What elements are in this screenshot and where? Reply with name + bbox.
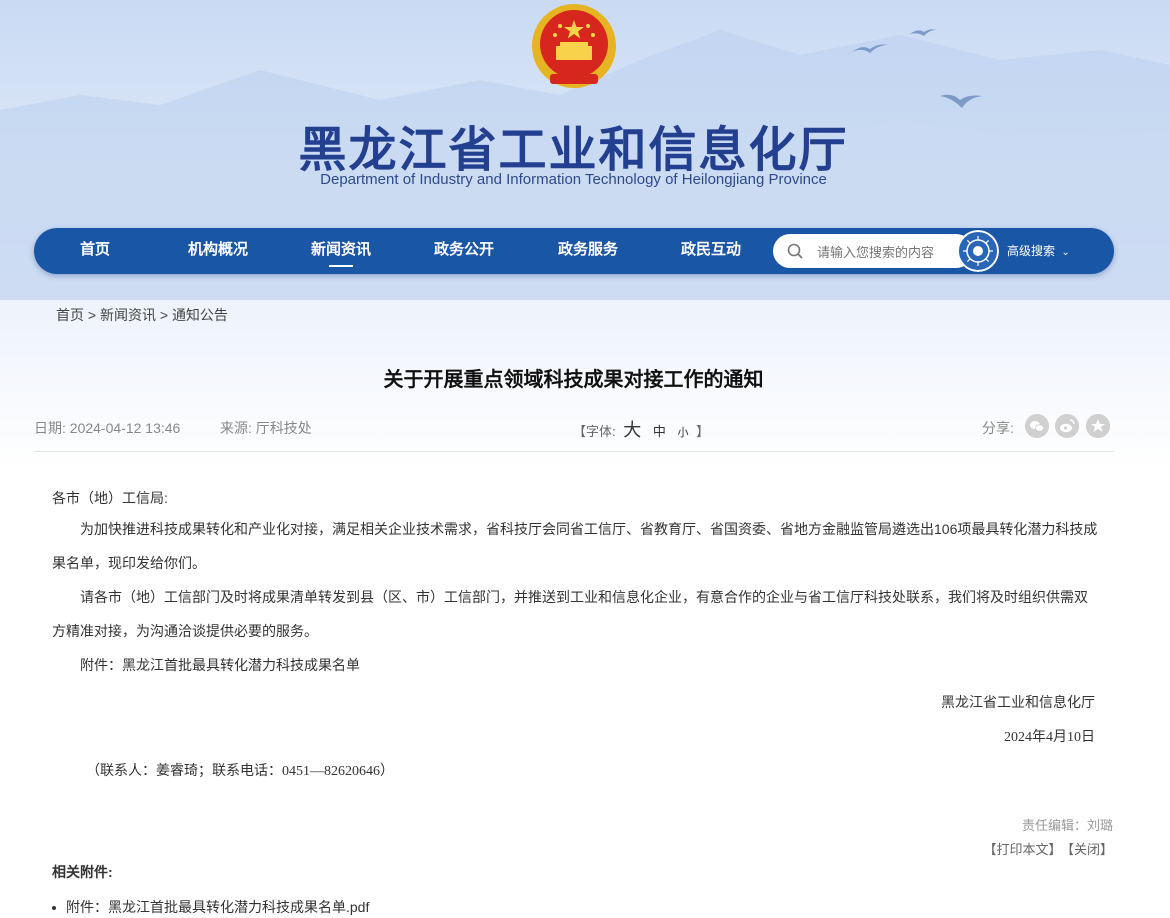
bird-icon xyxy=(910,29,936,36)
weibo-share-icon[interactable] xyxy=(1055,414,1079,438)
share-label: 分享: xyxy=(982,420,1014,436)
nav-about[interactable]: 机构概况 xyxy=(168,228,268,274)
font-medium-button[interactable]: 中 xyxy=(653,424,666,439)
attachment-line: 附件：黑龙江首批最具转化潜力科技成果名单 xyxy=(80,657,360,673)
advanced-search-link[interactable]: 高级搜索 ⌄ xyxy=(1007,228,1070,276)
nav-home[interactable]: 首页 xyxy=(45,228,145,274)
responsible-editor: 责任编辑：刘璐 xyxy=(1021,818,1113,833)
related-attachments-title: 相关附件: xyxy=(52,864,113,880)
nav-gov-affairs[interactable]: 政务公开 xyxy=(414,228,514,274)
article-source: 来源: 厅科技处 xyxy=(220,420,312,436)
nav-gov-services[interactable]: 政务服务 xyxy=(538,228,638,274)
breadcrumb-separator: > xyxy=(155,307,172,323)
national-emblem xyxy=(532,4,616,88)
breadcrumb-home[interactable]: 首页 xyxy=(56,307,84,323)
attachment-item: 附件：黑龙江首批最具转化潜力科技成果名单.pdf xyxy=(52,897,369,917)
article-date: 日期: 2024-04-12 13:46 xyxy=(34,420,181,436)
breadcrumb-news[interactable]: 新闻资讯 xyxy=(100,307,156,323)
contact-info: （联系人：姜睿琦；联系电话：0451—82620646） xyxy=(86,764,394,779)
paragraph-1: 为加快推进科技成果转化和产业化对接，满足相关企业技术需求，省科技厅会同省工信厅、… xyxy=(52,521,1098,571)
main-nav: 首页 机构概况 新闻资讯 政务公开 政务服务 政民互动 高级搜索 ⌄ xyxy=(34,228,1114,274)
font-small-button[interactable]: 小 xyxy=(678,427,689,439)
article-title: 关于开展重点领域科技成果对接工作的通知 xyxy=(383,369,764,391)
breadcrumb-separator: > xyxy=(84,307,100,323)
breadcrumb: 首页 > 新闻资讯 > 通知公告 xyxy=(56,305,228,325)
site-subtitle: Department of Industry and Information T… xyxy=(320,171,827,188)
nav-news[interactable]: 新闻资讯 xyxy=(291,228,391,274)
article-actions: 【打印本文】 【关闭】 xyxy=(977,839,1113,858)
print-button[interactable]: 【打印本文】 xyxy=(983,842,1061,857)
search-box xyxy=(773,234,973,268)
emblem-search-button[interactable] xyxy=(957,230,999,272)
advanced-search-label: 高级搜索 xyxy=(1007,244,1056,258)
font-size-close: 】 xyxy=(696,424,710,439)
font-size-controls: 【字体: 大 中 小 】 xyxy=(573,416,709,442)
search-input[interactable] xyxy=(815,241,969,263)
search-icon xyxy=(787,243,803,259)
nav-interaction[interactable]: 政民互动 xyxy=(661,228,761,274)
salutation: 各市（地）工信局: xyxy=(52,490,168,506)
paragraph-2: 请各市（地）工信部门及时将成果清单转发到县（区、市）工信部门，并推送到工业和信息… xyxy=(52,589,1088,639)
wechat-share-icon[interactable] xyxy=(1025,414,1049,438)
site-title: 黑龙江省工业和信息化厅 xyxy=(298,122,849,178)
bullet-icon xyxy=(52,906,56,911)
close-button[interactable]: 【关闭】 xyxy=(1067,842,1113,857)
attachment-link[interactable]: 附件：黑龙江首批最具转化潜力科技成果名单.pdf xyxy=(66,899,369,915)
font-size-label: 【字体: xyxy=(573,424,616,439)
sign-date: 2024年4月10日 xyxy=(1004,730,1095,745)
meta-divider xyxy=(34,451,1114,452)
breadcrumb-notice[interactable]: 通知公告 xyxy=(172,307,228,323)
signature: 黑龙江省工业和信息化厅 xyxy=(941,696,1095,711)
font-large-button[interactable]: 大 xyxy=(623,420,641,440)
chevron-down-icon: ⌄ xyxy=(1061,247,1070,258)
favorite-share-icon[interactable] xyxy=(1086,414,1110,438)
